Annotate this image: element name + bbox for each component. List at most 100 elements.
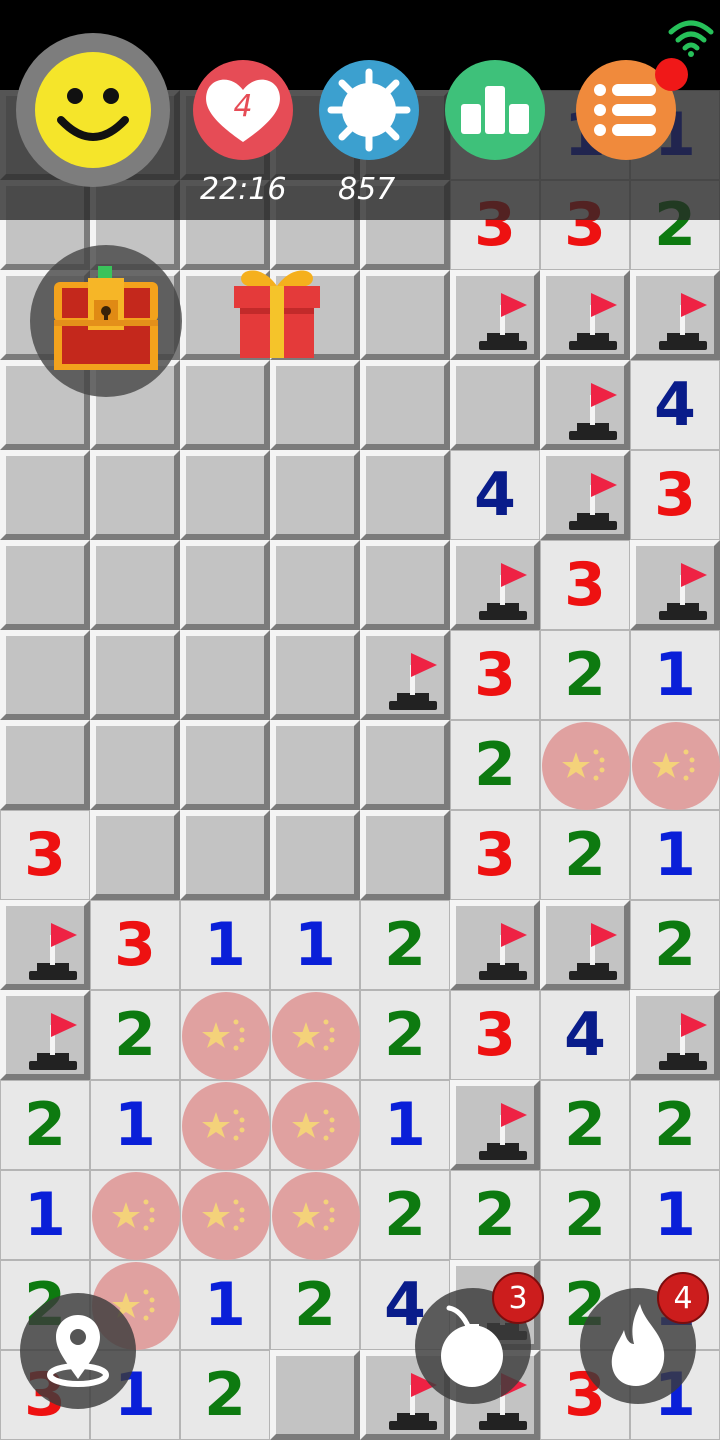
number-tile[interactable]: 2: [540, 1170, 630, 1260]
hidden-tile[interactable]: [270, 360, 360, 450]
number-tile[interactable]: 1: [360, 1080, 450, 1170]
china-marker-tile[interactable]: [270, 990, 360, 1080]
hidden-tile[interactable]: [270, 450, 360, 540]
number-tile[interactable]: 2: [450, 720, 540, 810]
china-marker-tile[interactable]: [180, 1080, 270, 1170]
lives-button[interactable]: 4: [193, 60, 293, 160]
number-tile[interactable]: 2: [180, 1350, 270, 1440]
china-flag-icon: [112, 1199, 155, 1231]
number-tile[interactable]: 1: [90, 1080, 180, 1170]
flagged-tile[interactable]: [540, 450, 630, 540]
number-tile[interactable]: 4: [540, 990, 630, 1080]
number-tile[interactable]: 3: [450, 810, 540, 900]
hidden-tile[interactable]: [450, 360, 540, 450]
flagged-tile[interactable]: [630, 270, 720, 360]
china-marker-tile[interactable]: [270, 1080, 360, 1170]
flagged-tile[interactable]: [540, 360, 630, 450]
number-tile[interactable]: 3: [0, 810, 90, 900]
hidden-tile[interactable]: [270, 630, 360, 720]
china-marker-tile[interactable]: [180, 1170, 270, 1260]
number-tile[interactable]: 1: [630, 630, 720, 720]
number-tile[interactable]: 1: [180, 900, 270, 990]
number-tile[interactable]: 2: [540, 630, 630, 720]
hidden-tile[interactable]: [180, 450, 270, 540]
number-tile[interactable]: 2: [270, 1260, 360, 1350]
number-tile[interactable]: 2: [540, 810, 630, 900]
hidden-tile[interactable]: [90, 540, 180, 630]
flagged-tile[interactable]: [630, 990, 720, 1080]
hidden-tile[interactable]: [360, 810, 450, 900]
number-tile[interactable]: 2: [0, 1080, 90, 1170]
hidden-tile[interactable]: [90, 630, 180, 720]
flagged-tile[interactable]: [630, 540, 720, 630]
china-marker-tile[interactable]: [630, 720, 720, 810]
gift-box-icon[interactable]: [230, 256, 324, 360]
hidden-tile[interactable]: [180, 720, 270, 810]
hidden-tile[interactable]: [180, 540, 270, 630]
flagged-tile[interactable]: [0, 900, 90, 990]
number-tile[interactable]: 1: [270, 900, 360, 990]
hidden-tile[interactable]: [90, 810, 180, 900]
flagged-tile[interactable]: [360, 630, 450, 720]
hidden-tile[interactable]: [270, 810, 360, 900]
number-tile[interactable]: 2: [450, 1170, 540, 1260]
hidden-tile[interactable]: [0, 630, 90, 720]
number-tile[interactable]: 3: [630, 450, 720, 540]
number-tile[interactable]: 1: [630, 1170, 720, 1260]
number-tile[interactable]: 3: [450, 630, 540, 720]
flag-icon: [659, 1013, 707, 1070]
hidden-tile[interactable]: [360, 450, 450, 540]
hidden-tile[interactable]: [180, 630, 270, 720]
number-tile[interactable]: 4: [450, 450, 540, 540]
tile-number: 3: [654, 460, 696, 530]
china-marker-tile[interactable]: [540, 720, 630, 810]
number-tile[interactable]: 4: [630, 360, 720, 450]
number-tile[interactable]: 1: [630, 810, 720, 900]
hidden-tile[interactable]: [360, 270, 450, 360]
number-tile[interactable]: 2: [360, 1170, 450, 1260]
number-tile[interactable]: 3: [540, 540, 630, 630]
hidden-tile[interactable]: [270, 1350, 360, 1440]
tile-number: 2: [474, 1180, 516, 1250]
number-tile[interactable]: 2: [90, 990, 180, 1080]
flagged-tile[interactable]: [540, 900, 630, 990]
china-marker-tile[interactable]: [90, 1170, 180, 1260]
number-tile[interactable]: 1: [0, 1170, 90, 1260]
flagged-tile[interactable]: [0, 990, 90, 1080]
smiley-reset-button[interactable]: [35, 52, 151, 168]
number-tile[interactable]: 2: [630, 1080, 720, 1170]
tile-number: 3: [474, 640, 516, 710]
flagged-tile[interactable]: [450, 900, 540, 990]
number-tile[interactable]: 3: [450, 990, 540, 1080]
hidden-tile[interactable]: [0, 720, 90, 810]
flagged-tile[interactable]: [450, 270, 540, 360]
flagged-tile[interactable]: [450, 1080, 540, 1170]
hidden-tile[interactable]: [0, 540, 90, 630]
hidden-tile[interactable]: [360, 720, 450, 810]
number-tile[interactable]: 2: [360, 900, 450, 990]
china-marker: [632, 722, 720, 810]
number-tile[interactable]: 2: [540, 1080, 630, 1170]
number-tile[interactable]: 2: [360, 990, 450, 1080]
china-marker-tile[interactable]: [270, 1170, 360, 1260]
hidden-tile[interactable]: [180, 810, 270, 900]
flagged-tile[interactable]: [450, 540, 540, 630]
mine-counter-button[interactable]: [319, 60, 419, 160]
hidden-tile[interactable]: [360, 360, 450, 450]
hidden-tile[interactable]: [180, 360, 270, 450]
locate-button[interactable]: [20, 1293, 136, 1409]
number-tile[interactable]: 1: [180, 1260, 270, 1350]
hidden-tile[interactable]: [360, 540, 450, 630]
china-marker-tile[interactable]: [180, 990, 270, 1080]
statistics-button[interactable]: [445, 60, 545, 160]
hidden-tile[interactable]: [270, 540, 360, 630]
number-tile[interactable]: 2: [630, 900, 720, 990]
flagged-tile[interactable]: [540, 270, 630, 360]
hidden-tile[interactable]: [0, 450, 90, 540]
tile-number: 4: [654, 370, 696, 440]
hidden-tile[interactable]: [270, 720, 360, 810]
tile-number: 2: [294, 1270, 336, 1340]
hidden-tile[interactable]: [90, 720, 180, 810]
number-tile[interactable]: 3: [90, 900, 180, 990]
hidden-tile[interactable]: [90, 450, 180, 540]
